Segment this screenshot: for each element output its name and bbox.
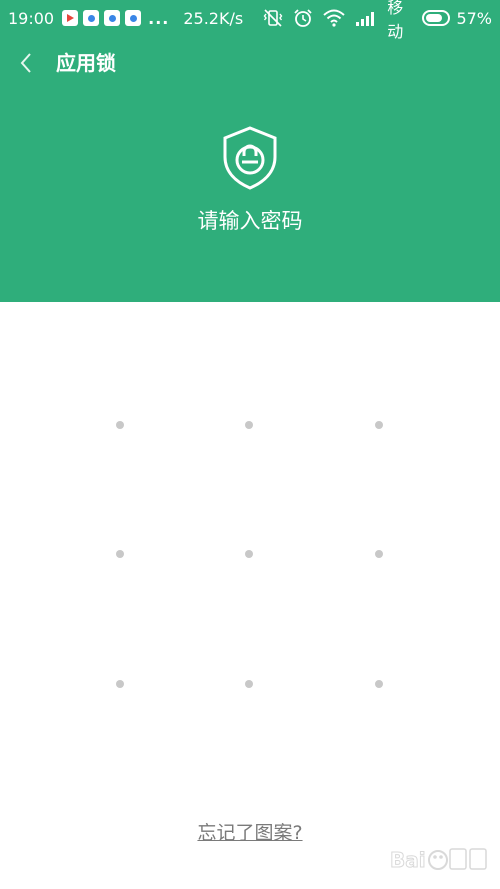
forgot-pattern-link[interactable]: 忘记了图案?	[197, 822, 302, 844]
signal-icon	[355, 10, 377, 26]
carrier-label: 移动	[387, 0, 404, 41]
svg-text:Bai: Bai	[390, 848, 426, 872]
battery-icon	[421, 10, 451, 26]
battery-percent: 57%	[456, 8, 492, 28]
status-left: 19:00 ... 25.2K/s	[8, 9, 243, 28]
chevron-left-icon	[20, 53, 31, 73]
title-bar: 应用锁	[0, 42, 500, 84]
pattern-dot-3[interactable]	[375, 421, 383, 429]
pattern-dot-4[interactable]	[116, 550, 124, 558]
alarm-icon	[293, 8, 313, 28]
app-notification-icon	[83, 10, 100, 26]
wifi-icon	[323, 9, 345, 27]
pattern-dot-8[interactable]	[245, 680, 253, 688]
network-speed: 25.2K/s	[183, 8, 244, 28]
pattern-dot-9[interactable]	[375, 680, 383, 688]
password-prompt: 请输入密码	[197, 209, 303, 233]
app-notification-icon	[125, 10, 142, 26]
app-notification-icon	[104, 10, 121, 26]
shield-lock-icon	[223, 126, 277, 190]
back-button[interactable]	[14, 51, 38, 75]
baidu-jingyan-watermark: Bai	[390, 848, 487, 873]
pattern-dot-5[interactable]	[245, 550, 253, 558]
status-time: 19:00	[8, 8, 55, 28]
pattern-dot-6[interactable]	[375, 550, 383, 558]
vibrate-off-icon	[263, 9, 283, 27]
pattern-lock-grid[interactable]	[0, 302, 500, 802]
status-bar: 19:00 ... 25.2K/s 移动 57%	[0, 0, 500, 41]
pattern-dot-7[interactable]	[116, 680, 124, 688]
page-title: 应用锁	[56, 51, 116, 75]
notification-overflow: ...	[148, 8, 170, 28]
pattern-dot-1[interactable]	[116, 421, 124, 429]
play-store-icon	[62, 10, 79, 26]
pattern-dot-2[interactable]	[245, 421, 253, 429]
header: 19:00 ... 25.2K/s 移动 57% 应用锁 请输入密码	[0, 0, 500, 302]
battery-level	[425, 14, 442, 22]
status-right: 移动 57%	[253, 0, 492, 42]
